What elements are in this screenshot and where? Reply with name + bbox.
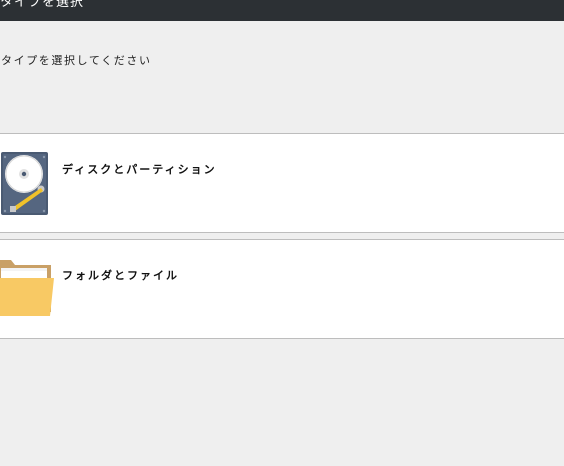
title-bar: タイプを選択 (0, 0, 564, 21)
option-label-folder: フォルダとファイル (62, 269, 179, 282)
folder-icon (0, 260, 54, 316)
option-folder-file[interactable]: フォルダとファイル (0, 239, 564, 339)
instruction-text: タイプを選択してください (1, 54, 152, 67)
option-disk-partition[interactable]: ディスクとパーティション (0, 133, 564, 233)
hard-disk-icon (1, 152, 48, 215)
option-label-disk: ディスクとパーティション (62, 163, 217, 176)
window-title: タイプを選択 (0, 0, 85, 10)
